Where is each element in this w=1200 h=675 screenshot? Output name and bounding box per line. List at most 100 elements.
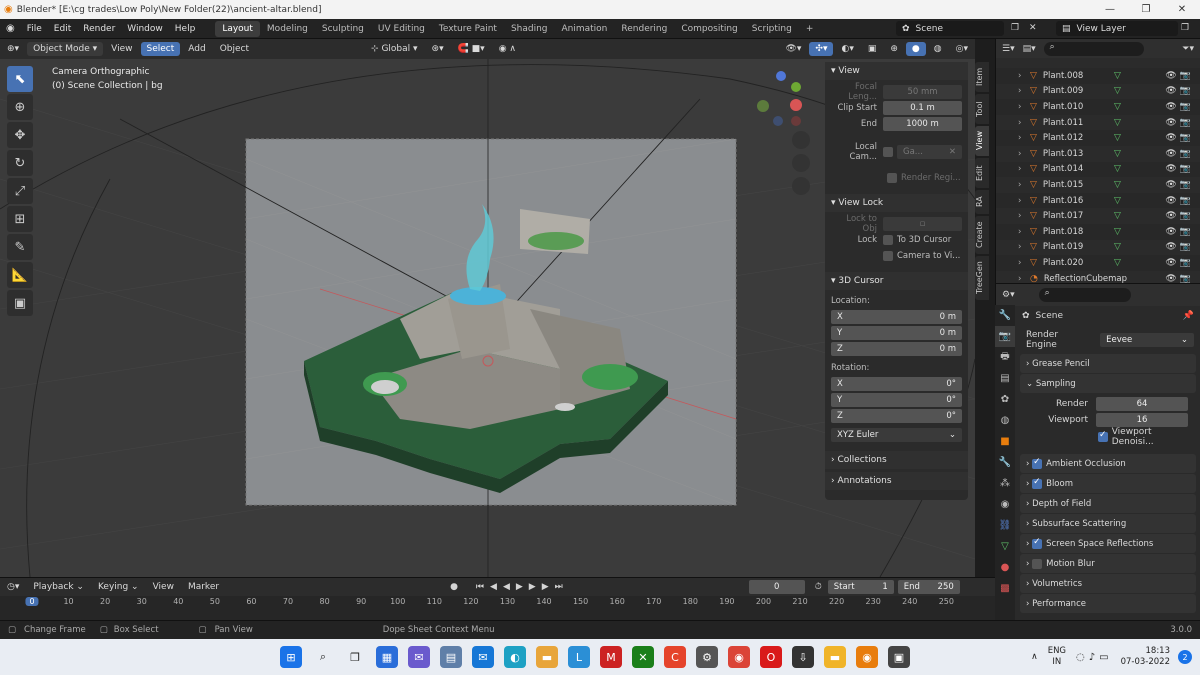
viewport-samples-field[interactable]: 16 bbox=[1096, 413, 1188, 427]
clear-icon[interactable]: ✕ bbox=[949, 147, 956, 157]
visibility-camera-icon[interactable]: 👁📷 bbox=[1165, 211, 1194, 221]
viewport-denoise-checkbox[interactable] bbox=[1098, 430, 1108, 442]
sampling-section[interactable]: ⌄ Sampling bbox=[1020, 374, 1196, 393]
tab-treegen[interactable]: TreeGen bbox=[975, 256, 989, 300]
new-scene-icon[interactable]: ❐ bbox=[1011, 23, 1019, 33]
visibility-camera-icon[interactable]: 👁📷 bbox=[1165, 258, 1194, 268]
ssr-checkbox[interactable] bbox=[1032, 537, 1043, 549]
data-tab-icon[interactable]: ▽ bbox=[995, 536, 1015, 557]
physics-tab-icon[interactable]: ◉ bbox=[995, 494, 1015, 515]
local-camera-checkbox[interactable] bbox=[883, 147, 893, 157]
add-workspace-button[interactable]: + bbox=[799, 21, 821, 37]
minimize-button[interactable]: — bbox=[1092, 4, 1128, 15]
current-frame-indicator[interactable]: 0 bbox=[25, 597, 39, 606]
mesh-data-icon[interactable]: ▽ bbox=[1114, 227, 1121, 237]
world-tab-icon[interactable]: ◍ bbox=[995, 410, 1015, 431]
ambient-occlusion-section[interactable]: › Ambient Occlusion bbox=[1020, 454, 1196, 473]
menu-file[interactable]: File bbox=[21, 24, 48, 34]
camera-to-view-checkbox[interactable] bbox=[883, 251, 893, 261]
start-icon[interactable]: ⊞ bbox=[280, 646, 302, 668]
expand-chevron-icon[interactable]: › bbox=[1018, 102, 1021, 112]
tab-create[interactable]: Create bbox=[975, 216, 989, 254]
marker-menu[interactable]: Marker bbox=[182, 580, 225, 594]
tab-texture-paint[interactable]: Texture Paint bbox=[432, 21, 504, 37]
mesh-data-icon[interactable]: ▽ bbox=[1114, 71, 1121, 81]
tab-layout[interactable]: Layout bbox=[215, 20, 260, 37]
mode-selector[interactable]: Object Mode ▾ bbox=[27, 42, 104, 56]
orientation-selector[interactable]: ⊹ Global ▾ bbox=[365, 42, 424, 56]
close-button[interactable]: ✕ bbox=[1164, 4, 1200, 15]
object-menu[interactable]: Object bbox=[214, 42, 255, 56]
playback-menu[interactable]: Playback ⌄ bbox=[27, 580, 90, 594]
outliner-item[interactable]: › ▽ Plant.016 ▽ 👁📷 bbox=[996, 193, 1200, 209]
photos-icon[interactable]: ▤ bbox=[440, 646, 462, 668]
annotate-tool[interactable]: ✎ bbox=[7, 234, 33, 260]
proportional-edit-icon[interactable]: ◉ ∧ bbox=[493, 42, 522, 56]
scene-selector[interactable]: ✿ Scene bbox=[896, 21, 1004, 36]
modifier-tab-icon[interactable]: 🔧 bbox=[995, 452, 1015, 473]
snap-icon[interactable]: 🧲 ■▾ bbox=[452, 42, 491, 56]
add-menu[interactable]: Add bbox=[182, 42, 211, 56]
wifi-volume-battery-icon[interactable]: ◌♪▭ bbox=[1076, 652, 1113, 663]
render-engine-dropdown[interactable]: Eevee ⌄ bbox=[1100, 333, 1194, 347]
texture-tab-icon[interactable]: ▩ bbox=[995, 578, 1015, 599]
zoom-icon[interactable] bbox=[792, 131, 810, 149]
expand-chevron-icon[interactable]: › bbox=[1018, 133, 1021, 143]
outliner-item[interactable]: › ▽ Plant.009 ▽ 👁📷 bbox=[996, 83, 1200, 100]
outliner-item[interactable]: › ▽ Plant.017 ▽ 👁📷 bbox=[996, 208, 1200, 224]
visibility-camera-icon[interactable]: 👁📷 bbox=[1165, 242, 1194, 252]
motion-blur-section[interactable]: › Motion Blur bbox=[1020, 554, 1196, 573]
outliner-item[interactable]: › ▽ Plant.013 ▽ 👁📷 bbox=[996, 145, 1200, 162]
menu-window[interactable]: Window bbox=[121, 24, 169, 34]
visibility-camera-icon[interactable]: 👁📷 bbox=[1165, 196, 1194, 206]
cursor-z-field[interactable]: Z 0 m bbox=[831, 342, 962, 356]
tab-scripting[interactable]: Scripting bbox=[745, 21, 799, 37]
scene-tab-icon[interactable]: ✿ bbox=[995, 389, 1015, 410]
local-camera-field[interactable]: Ga... ✕ bbox=[897, 145, 962, 159]
delete-scene-icon[interactable]: ✕ bbox=[1029, 23, 1037, 33]
tab-tool[interactable]: Tool bbox=[975, 94, 989, 124]
motion-blur-checkbox[interactable] bbox=[1032, 558, 1043, 569]
outliner-item[interactable]: › ▽ Plant.020 ▽ 👁📷 bbox=[996, 255, 1200, 271]
rotation-mode-dropdown[interactable]: XYZ Euler ⌄ bbox=[831, 428, 962, 442]
expand-chevron-icon[interactable]: › bbox=[1018, 164, 1021, 174]
start-frame-field[interactable]: Start 1 bbox=[827, 580, 894, 594]
ao-checkbox[interactable] bbox=[1032, 457, 1043, 469]
widgets-icon[interactable]: ▦ bbox=[376, 646, 398, 668]
frame-ruler[interactable]: 0 10 20 30 40 50 60 70 80 90 100 110 120 130 140 150 160… bbox=[20, 597, 975, 611]
app-l-icon[interactable]: L bbox=[568, 646, 590, 668]
object-tab-icon[interactable]: ■ bbox=[995, 431, 1015, 452]
lock-obj-field[interactable]: ▫ bbox=[883, 217, 962, 231]
expand-chevron-icon[interactable]: › bbox=[1018, 242, 1021, 252]
expand-chevron-icon[interactable]: › bbox=[1018, 180, 1021, 190]
xbox-icon[interactable]: ✕ bbox=[632, 646, 654, 668]
settings-icon[interactable]: ⚙ bbox=[696, 646, 718, 668]
stopwatch-icon[interactable]: ⏱ bbox=[815, 582, 822, 592]
explorer-icon[interactable]: ▬ bbox=[536, 646, 558, 668]
mesh-data-icon[interactable]: ▽ bbox=[1114, 164, 1121, 174]
search-icon[interactable]: ⌕ bbox=[312, 646, 334, 668]
material-shading-icon[interactable]: ◍ bbox=[928, 42, 948, 56]
tab-modeling[interactable]: Modeling bbox=[260, 21, 315, 37]
outliner-item[interactable]: › ▽ Plant.014 ▽ 👁📷 bbox=[996, 162, 1200, 178]
cursor-rx-field[interactable]: X 0° bbox=[831, 377, 962, 391]
tab-compositing[interactable]: Compositing bbox=[674, 21, 744, 37]
pin-icon[interactable]: 📌 bbox=[1183, 311, 1194, 321]
cursor-ry-field[interactable]: Y 0° bbox=[831, 393, 962, 407]
visibility-camera-icon[interactable]: 👁📷 bbox=[1165, 86, 1194, 96]
properties-editor-icon[interactable]: ⚙▾ bbox=[1002, 290, 1015, 300]
visibility-camera-icon[interactable]: 👁📷 bbox=[1165, 133, 1194, 143]
tool-tab-icon[interactable]: 🔧 bbox=[995, 305, 1015, 326]
mcafee-icon[interactable]: M bbox=[600, 646, 622, 668]
view-menu[interactable]: View bbox=[105, 42, 138, 56]
render-tab-icon[interactable]: 📷 bbox=[995, 326, 1015, 347]
outliner-search-input[interactable]: ⌕ bbox=[1043, 41, 1144, 56]
mesh-data-icon[interactable]: ▽ bbox=[1114, 86, 1121, 96]
3d-cursor-header[interactable]: ▾ 3D Cursor bbox=[825, 272, 968, 290]
measure-tool[interactable]: 📐 bbox=[7, 262, 33, 288]
keying-menu[interactable]: Keying ⌄ bbox=[92, 580, 145, 594]
menu-help[interactable]: Help bbox=[169, 24, 202, 34]
focal-length-field[interactable]: 50 mm bbox=[883, 85, 962, 99]
tab-animation[interactable]: Animation bbox=[555, 21, 615, 37]
cursor-y-field[interactable]: Y 0 m bbox=[831, 326, 962, 340]
